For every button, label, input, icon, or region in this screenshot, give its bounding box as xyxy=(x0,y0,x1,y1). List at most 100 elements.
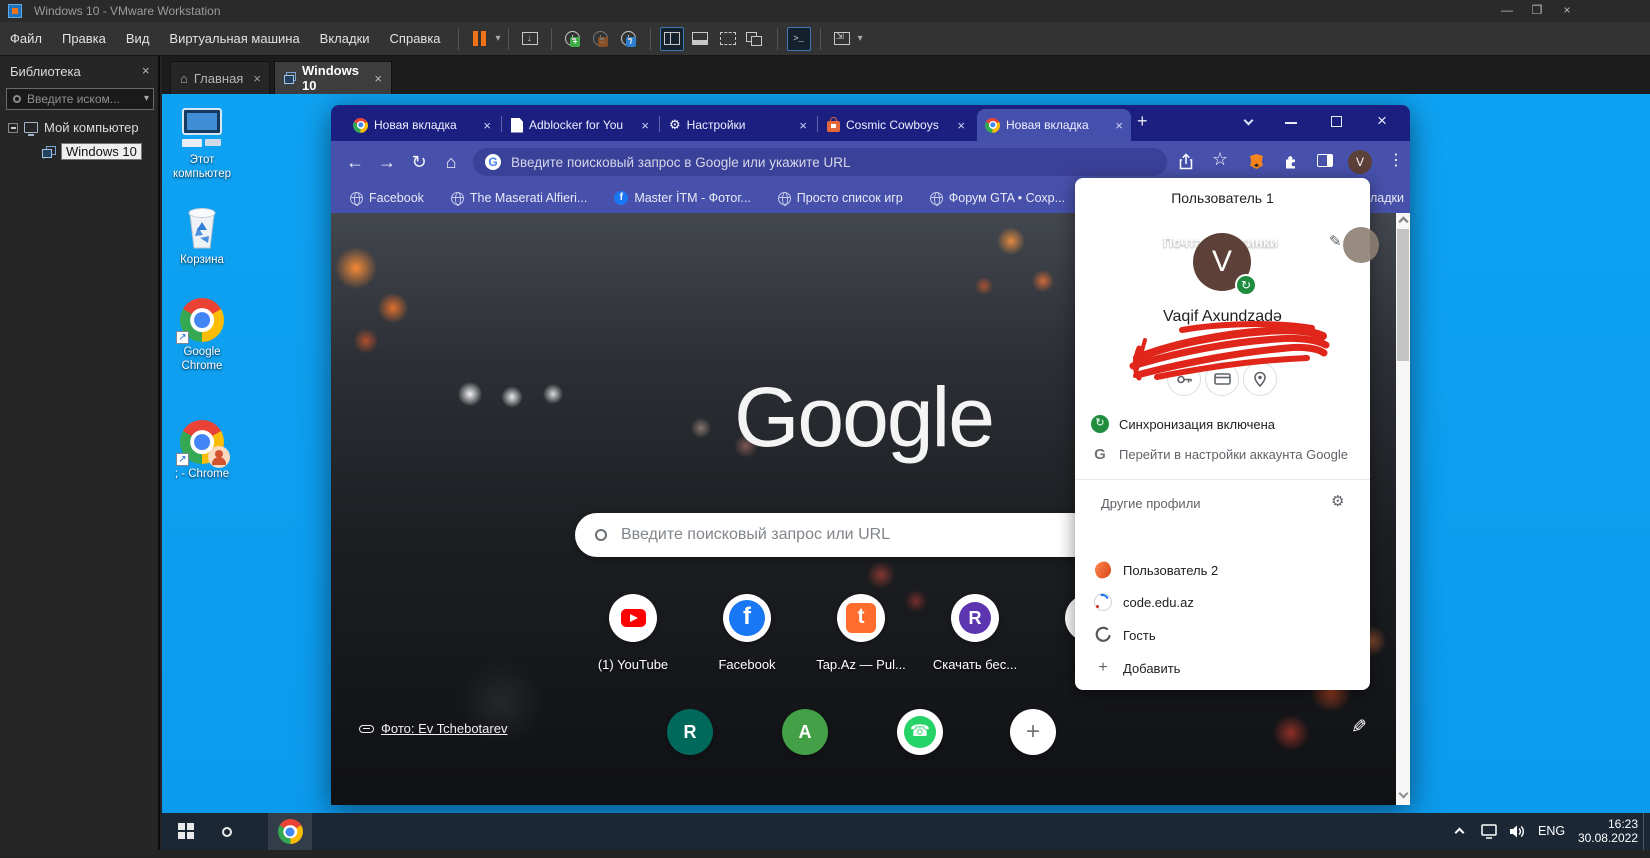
taskbar-search-icon[interactable] xyxy=(222,827,232,837)
chrome-close-button[interactable]: × xyxy=(1377,111,1387,131)
customize-page-pencil-icon[interactable]: ✎ xyxy=(1351,716,1367,739)
photo-credit-link[interactable]: Фото: Ev Tchebotarev xyxy=(359,721,507,736)
tray-clock[interactable]: 16:23 30.08.2022 xyxy=(1568,817,1638,845)
profile-row-guest[interactable]: Гость xyxy=(1094,626,1156,644)
fullscreen-button[interactable] xyxy=(716,27,740,51)
tree-item-windows10[interactable]: Windows 10 xyxy=(42,143,142,160)
shortcut-r-site[interactable]: R xyxy=(667,709,713,755)
sync-status-row[interactable]: ↻ Синхронизация включена xyxy=(1091,415,1275,433)
search-dropdown-icon[interactable]: ▾ xyxy=(144,93,149,104)
chrome-tab-adblocker[interactable]: Adblocker for You × xyxy=(503,109,657,141)
back-button[interactable]: ← xyxy=(343,150,367,174)
chrome-tab-cosmic-cowboys[interactable]: Cosmic Cowboys × xyxy=(819,109,973,141)
profile-row-user2[interactable]: Пользователь 2 xyxy=(1095,562,1218,578)
menu-vm[interactable]: Виртуальная машина xyxy=(159,27,309,50)
taskbar-chrome-button[interactable] xyxy=(268,813,312,850)
bookmark-item[interactable]: Facebook xyxy=(350,191,424,205)
console-view-button[interactable]: >_ xyxy=(787,27,811,51)
show-library-button[interactable] xyxy=(660,27,684,51)
tab-close-icon[interactable]: × xyxy=(374,71,382,86)
side-panel-icon[interactable] xyxy=(1317,154,1333,167)
show-desktop-button[interactable] xyxy=(1643,813,1644,850)
chrome-tab-newtab-active[interactable]: Новая вкладка × xyxy=(977,109,1131,141)
profile-avatar-button[interactable]: V xyxy=(1348,150,1372,174)
bookmark-star-icon[interactable]: ☆ xyxy=(1212,149,1228,170)
vmware-maximize-button[interactable]: ❐ xyxy=(1524,3,1550,19)
take-snapshot-button[interactable]: + xyxy=(561,27,585,51)
omnibox[interactable]: G Введите поисковый запрос в Google или … xyxy=(473,148,1167,176)
google-account-settings-row[interactable]: G Перейти в настройки аккаунта Google xyxy=(1091,446,1348,463)
home-button[interactable]: ⌂ xyxy=(439,150,463,174)
bookmark-item[interactable]: fMaster İTM - Фотог... xyxy=(614,191,750,205)
stretch-caret-icon[interactable]: ▾ xyxy=(858,33,863,44)
show-thumbnail-bar-button[interactable] xyxy=(688,27,712,51)
menu-view[interactable]: Вид xyxy=(116,27,160,50)
unity-mode-button[interactable] xyxy=(744,27,768,51)
desktop-icon-google-chrome[interactable]: ↗ Google Chrome xyxy=(162,298,242,373)
send-ctrl-alt-del-button[interactable]: ↓ xyxy=(518,27,542,51)
new-tab-button[interactable]: + xyxy=(1137,111,1148,132)
chrome-minimize-button[interactable] xyxy=(1285,122,1297,124)
shortcut-download[interactable]: R xyxy=(951,594,999,642)
menu-file[interactable]: Файл xyxy=(0,27,52,50)
tree-item-my-computer[interactable]: Мой компьютер xyxy=(8,120,139,135)
tab-close-icon[interactable]: × xyxy=(641,118,649,133)
shortcut-a-site[interactable]: A xyxy=(782,709,828,755)
network-icon[interactable] xyxy=(1480,823,1498,840)
tree-collapse-icon[interactable] xyxy=(8,123,18,133)
edit-profile-pencil-icon[interactable]: ✎ xyxy=(1329,232,1342,250)
stretch-guest-button[interactable]: ⇲ xyxy=(830,27,854,51)
bookmark-item[interactable]: Форум GTA • Сохр... xyxy=(930,191,1065,205)
chrome-tab-newtab-1[interactable]: Новая вкладка × xyxy=(345,109,499,141)
tab-close-icon[interactable]: × xyxy=(483,118,491,133)
shortcut-youtube[interactable] xyxy=(609,594,657,642)
tab-search-icon[interactable] xyxy=(1244,116,1254,126)
vmware-tab-windows10[interactable]: Windows 10 × xyxy=(274,61,392,94)
reload-button[interactable]: ↻ xyxy=(407,150,431,174)
menu-dots-icon[interactable]: ⋮ xyxy=(1384,150,1408,170)
volume-icon[interactable] xyxy=(1508,823,1526,840)
scroll-up-icon[interactable] xyxy=(1398,217,1408,227)
tab-close-icon[interactable]: × xyxy=(957,118,965,133)
menu-tabs[interactable]: Вкладки xyxy=(310,27,380,50)
add-shortcut-button[interactable]: + xyxy=(1010,709,1056,755)
desktop-icon-chrome-profile[interactable]: ↗ ; - Chrome xyxy=(162,420,242,481)
shortcut-whatsapp[interactable]: ☎ xyxy=(897,709,943,755)
language-indicator[interactable]: ENG xyxy=(1538,824,1565,838)
extensions-puzzle-icon[interactable] xyxy=(1282,153,1299,170)
manage-profiles-gear-icon[interactable]: ⚙ xyxy=(1331,492,1344,510)
menu-help[interactable]: Справка xyxy=(380,27,451,50)
start-button[interactable] xyxy=(178,823,194,839)
tab-close-icon[interactable]: × xyxy=(253,71,261,86)
chrome-maximize-button[interactable] xyxy=(1331,116,1342,127)
ntp-search-input[interactable]: Введите поисковый запрос или URL xyxy=(575,513,1148,557)
share-icon[interactable] xyxy=(1178,153,1196,171)
scroll-down-icon[interactable] xyxy=(1398,789,1408,799)
vmware-tab-home[interactable]: ⌂ Главная × xyxy=(170,61,270,94)
chrome-tab-settings[interactable]: ⚙ Настройки × xyxy=(661,109,815,141)
scrollbar-thumb[interactable] xyxy=(1397,229,1409,361)
menu-edit[interactable]: Правка xyxy=(52,27,116,50)
tray-expand-icon[interactable] xyxy=(1455,828,1465,838)
forward-button[interactable]: → xyxy=(375,150,399,174)
bookmark-item[interactable]: Просто список игр xyxy=(778,191,903,205)
vmware-minimize-button[interactable]: — xyxy=(1494,3,1520,19)
bookmark-item[interactable]: The Maserati Alfieri... xyxy=(451,191,587,205)
shortcut-tapaz[interactable]: t xyxy=(837,594,885,642)
pause-caret-icon[interactable]: ▾ xyxy=(496,33,501,44)
desktop-icon-recycle-bin[interactable]: Корзина xyxy=(162,202,242,267)
profile-row-code-edu-az[interactable]: code.edu.az xyxy=(1094,593,1194,611)
library-search-input[interactable]: Введите иском... ▾ xyxy=(6,88,154,110)
page-scrollbar[interactable] xyxy=(1396,213,1410,805)
tab-close-icon[interactable]: × xyxy=(1115,118,1123,133)
pause-vm-button[interactable] xyxy=(468,27,492,51)
vmware-close-button[interactable]: × xyxy=(1554,3,1580,19)
shortcut-facebook[interactable]: f xyxy=(723,594,771,642)
desktop-icon-this-pc[interactable]: Этот компьютер xyxy=(162,108,242,181)
library-close-icon[interactable]: × xyxy=(142,63,150,78)
profile-row-add[interactable]: + Добавить xyxy=(1094,659,1180,677)
revert-snapshot-button[interactable]: ← xyxy=(589,27,613,51)
manage-snapshots-button[interactable]: / xyxy=(617,27,641,51)
tab-close-icon[interactable]: × xyxy=(799,118,807,133)
metamask-icon[interactable] xyxy=(1248,153,1265,170)
